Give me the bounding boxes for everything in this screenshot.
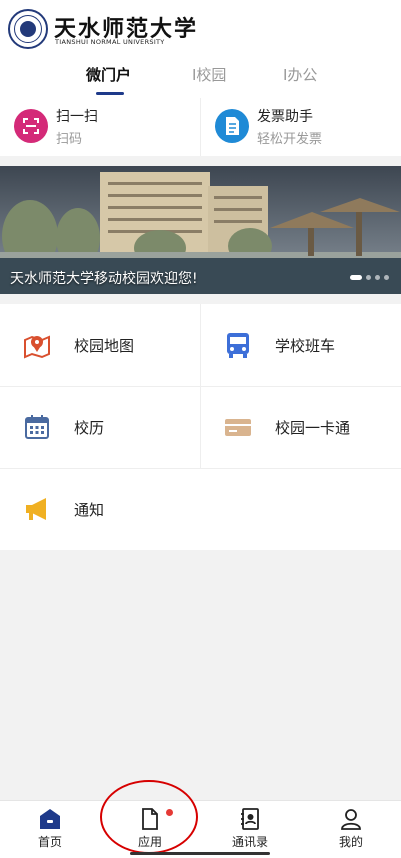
home-icon [38, 807, 62, 831]
app-grid: 校园地图 学校班车 校历 校园一卡通 通知 [0, 304, 401, 550]
app-label: 学校班车 [275, 337, 336, 355]
app-header: 天水师范大学 TIANSHUI NORMAL UNIVERSITY [0, 0, 401, 58]
banner-caption: 天水师范大学移动校园欢迎您! [10, 271, 198, 287]
scan-title: 扫一扫 [56, 109, 98, 125]
bus-icon [223, 330, 253, 360]
app-campus-card[interactable]: 校园一卡通 [201, 386, 401, 468]
home-indicator [130, 852, 270, 855]
user-icon [339, 807, 363, 831]
scan-icon [14, 109, 48, 143]
tabbar-label: 首页 [37, 835, 62, 849]
carousel-indicator [346, 267, 389, 286]
invoice-assistant-button[interactable]: 发票助手 轻松开发票 [201, 98, 401, 156]
invoice-subtitle: 轻松开发票 [257, 132, 323, 147]
quick-actions: 扫一扫 扫码 发票助手 轻松开发票 [0, 98, 401, 156]
app-label: 校历 [74, 419, 105, 437]
invoice-title: 发票助手 [257, 109, 313, 125]
tabbar-home[interactable]: 首页 [0, 801, 100, 858]
app-school-bus[interactable]: 学校班车 [201, 304, 401, 386]
scan-subtitle: 扫码 [56, 132, 83, 147]
map-pin-icon [22, 330, 52, 360]
scan-button[interactable]: 扫一扫 扫码 [0, 98, 200, 156]
active-tab-indicator [96, 92, 124, 95]
bottom-tab-bar: 首页 应用 通讯录 我的 [0, 800, 401, 858]
portal-tabs: 微门户 I校园 I办公 [0, 58, 401, 98]
tabbar-label: 我的 [338, 835, 363, 849]
tabbar-label: 通讯录 [231, 835, 268, 849]
tab-office[interactable]: I办公 [283, 64, 317, 85]
tabbar-me[interactable]: 我的 [301, 801, 401, 858]
app-notice[interactable]: 通知 [0, 468, 200, 550]
tabbar-contacts[interactable]: 通讯录 [200, 801, 300, 858]
app-label: 校园地图 [74, 337, 135, 355]
app-school-calendar[interactable]: 校历 [0, 386, 200, 468]
tab-campus[interactable]: I校园 [192, 64, 226, 85]
university-seal-logo [8, 9, 48, 49]
calendar-icon [22, 412, 52, 442]
invoice-icon [215, 109, 249, 143]
tab-micro-portal[interactable]: 微门户 [86, 64, 131, 85]
card-icon [223, 412, 253, 442]
campus-banner[interactable]: 天水师范大学移动校园欢迎您! [0, 166, 401, 294]
logo-english-name: TIANSHUI NORMAL UNIVERSITY [55, 38, 165, 46]
app-campus-map[interactable]: 校园地图 [0, 304, 200, 386]
annotation-circle [100, 780, 198, 854]
app-label: 校园一卡通 [275, 419, 351, 437]
megaphone-icon [22, 494, 52, 524]
contacts-icon [238, 807, 262, 831]
app-label: 通知 [74, 501, 105, 519]
